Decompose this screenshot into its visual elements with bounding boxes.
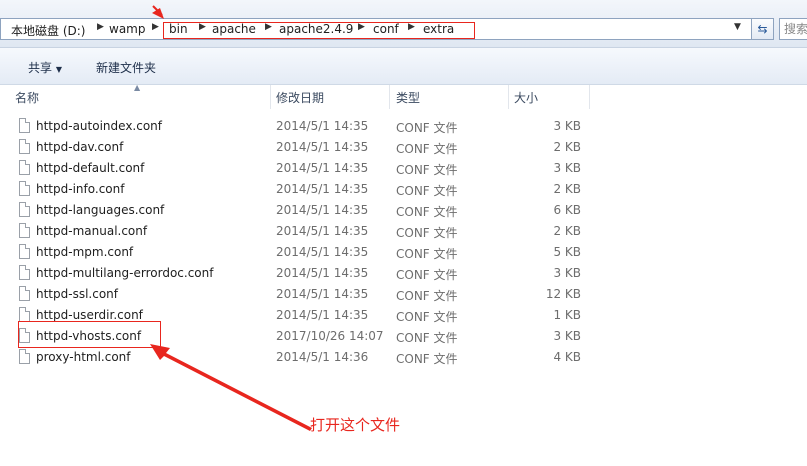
annotation-label: 打开这个文件: [310, 416, 401, 434]
annotation-arrows: [150, 5, 312, 431]
arrow-left-icon: [150, 344, 312, 431]
arrow-down-icon: [152, 5, 164, 19]
